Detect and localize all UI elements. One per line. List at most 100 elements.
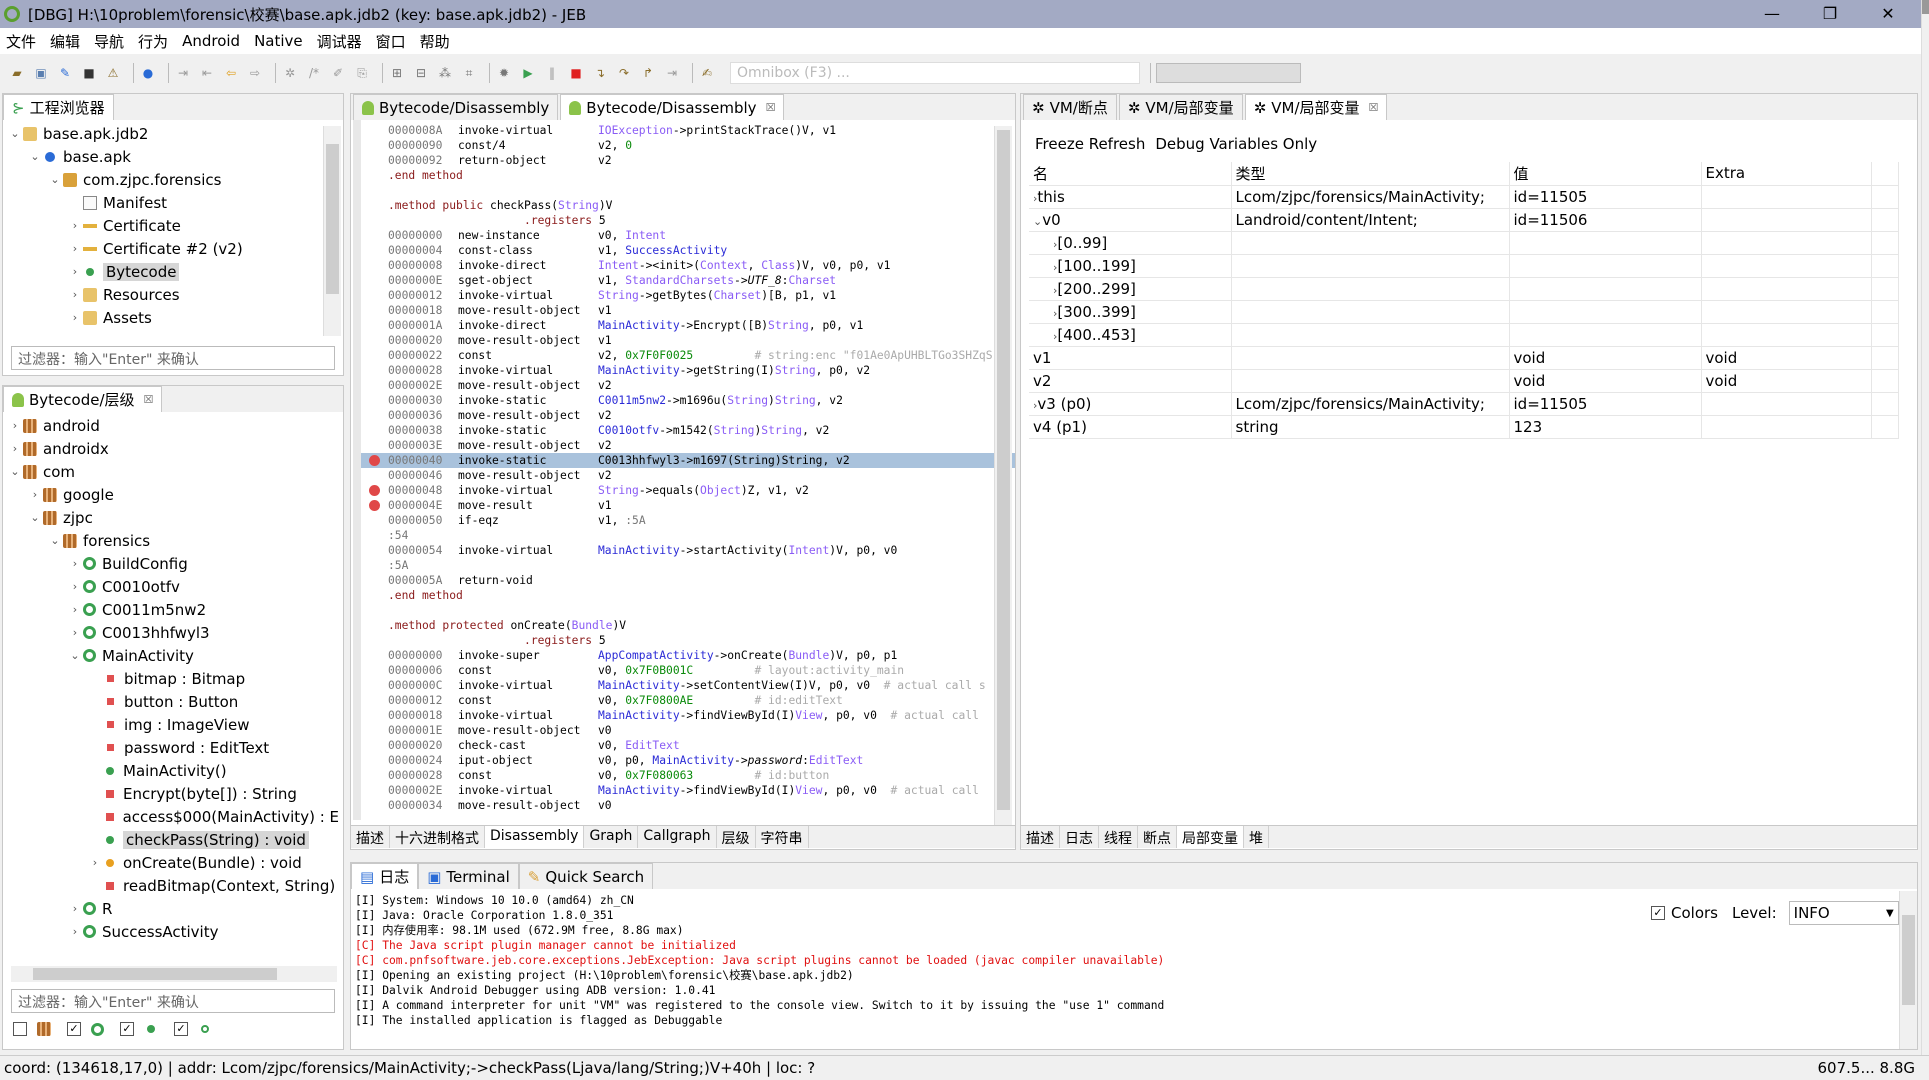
view-tab[interactable]: 日志 [1060,826,1099,848]
close-tab-icon[interactable]: ☒ [144,393,154,406]
tree-item[interactable]: password : EditText [7,736,339,759]
project-filter-input[interactable]: 过滤器：输入"Enter" 来确认 [11,346,335,370]
view-tab[interactable]: 线程 [1099,826,1138,848]
code-line[interactable]: :5A [361,558,1015,573]
tree-item[interactable]: readBitmap(Context, String) [7,874,339,897]
close-tab-icon[interactable]: ☒ [766,101,776,114]
run-icon[interactable]: ▶ [519,64,537,82]
tree-item[interactable]: › Certificate #2 (v2) [7,237,339,260]
view-tab[interactable]: 层级 [717,826,756,848]
code-line[interactable]: .method protected onCreate(Bundle)V [361,618,1015,633]
close-button[interactable]: ✕ [1860,0,1916,28]
variable-row[interactable]: ›[0..99] [1029,231,1899,255]
view-tab[interactable]: 断点 [1138,826,1177,848]
chevron-right-icon[interactable]: › [67,580,83,593]
variable-row[interactable]: v1 void void [1029,346,1899,370]
menu-action[interactable]: 行为 [138,31,168,52]
menu-native[interactable]: Native [254,32,303,50]
globe-icon[interactable]: ● [139,64,157,82]
tab-project-browser[interactable]: ⊱ 工程浏览器 [3,94,114,120]
memory-indicator[interactable]: 607.5... 8.8G [1818,1059,1916,1077]
tree-item[interactable]: › android [7,414,339,437]
chevron-down-icon[interactable]: ⌄ [7,127,23,140]
chevron-down-icon[interactable]: ⌄ [67,649,83,662]
variable-row[interactable]: ›[200..299] [1029,277,1899,301]
tree-item[interactable]: ⌄ zjpc [7,506,339,529]
tab-log[interactable]: ▤ 日志 [351,863,419,889]
perspective-switcher[interactable] [1156,63,1301,83]
tree-item[interactable]: › google [7,483,339,506]
hierarchy-filter-input[interactable]: 过滤器：输入"Enter" 来确认 [11,989,335,1013]
tree-item[interactable]: › R [7,897,339,920]
code-line[interactable]: 00000020 move-result-object v1 [361,333,1015,348]
code-line[interactable]: :54 [361,528,1015,543]
horizontal-scrollbar[interactable] [11,966,337,982]
step-out-icon[interactable]: ↱ [639,64,657,82]
code-line[interactable] [361,183,1015,198]
chevron-right-icon[interactable]: › [7,442,23,455]
tree-item[interactable]: › SuccessActivity [7,920,339,943]
code-line[interactable]: 00000054 invoke-virtual MainActivity->star… [361,543,1015,558]
menu-help[interactable]: 帮助 [420,31,450,52]
vertical-scrollbar[interactable] [994,126,1012,826]
tree-item[interactable]: › Assets [7,306,339,329]
column-name[interactable]: 名 [1029,162,1232,186]
tree-item[interactable]: MainActivity() [7,759,339,782]
code-line[interactable]: .method public checkPass(String)V [361,198,1015,213]
chevron-right-icon[interactable]: › [67,557,83,570]
chevron-right-icon[interactable]: › [67,603,83,616]
step-into-icon[interactable]: ↴ [591,64,609,82]
save-icon[interactable]: ▣ [32,64,50,82]
code-line[interactable]: 00000048 invoke-virtual String->equals(Obj… [361,483,1015,498]
colors-checkbox[interactable]: ✓ [1651,906,1665,920]
code-line[interactable]: 00000012 invoke-virtual String->getBytes(C… [361,288,1015,303]
chevron-down-icon[interactable]: ⌄ [27,511,43,524]
open-icon[interactable]: ▰ [8,64,26,82]
close-tab-icon[interactable]: ☒ [1369,101,1379,114]
code-line[interactable]: 00000038 invoke-static C0010otfv->m1542(St… [361,423,1015,438]
code-line[interactable]: 00000006 const v0, 0x7F0B001C # layout:act… [361,663,1015,678]
tree-item[interactable]: ⌄ com [7,460,339,483]
tree-item[interactable]: › C0011m5nw2 [7,598,339,621]
debug-variables-only-button[interactable]: Debug Variables Only [1155,135,1317,153]
nodes-icon[interactable]: ⁂ [436,64,454,82]
chevron-down-icon[interactable]: ⌄ [27,150,43,163]
window-scrollbar[interactable] [1921,0,1929,1055]
step-over-icon[interactable]: ↷ [615,64,633,82]
stop-icon[interactable]: ■ [567,64,585,82]
tree-item[interactable]: checkPass(String) : void [7,828,339,851]
tab-hierarchy[interactable]: Bytecode/层级 ☒ [3,386,163,412]
code-line[interactable]: 00000020 check-cast v0, EditText [361,738,1015,753]
view-tab[interactable]: Graph [584,826,639,848]
code-line[interactable]: 00000040 invoke-static C0013hhfwyl3->m1697… [361,453,1015,468]
view-tab[interactable]: 描述 [1021,826,1060,848]
tree-item[interactable]: ⌄ forensics [7,529,339,552]
tab-quick-search[interactable]: ✎ Quick Search [518,863,654,889]
variable-row[interactable]: v2 void void [1029,369,1899,393]
view-tab[interactable]: 局部变量 [1177,826,1244,848]
omnibox-input[interactable]: Omnibox (F3) ... [730,62,1140,84]
editor-tab[interactable]: Bytecode/Disassembly [353,94,559,120]
chevron-right-icon[interactable]: › [67,288,83,301]
tab-terminal[interactable]: ▣ Terminal [418,863,519,889]
code-line[interactable]: .end method [361,588,1015,603]
column-type[interactable]: 类型 [1231,162,1510,186]
view-tab[interactable]: 堆 [1244,826,1269,848]
chevron-right-icon[interactable]: › [67,626,83,639]
tree-item[interactable]: › Resources [7,283,339,306]
editor-tab[interactable]: ✲ VM/局部变量 [1118,94,1243,120]
tree-item[interactable]: › androidx [7,437,339,460]
tree-icon[interactable]: ⌗ [460,64,478,82]
forward-icon[interactable]: ⇨ [246,64,264,82]
run-to-line-icon[interactable]: ⇥ [663,64,681,82]
variable-row[interactable]: ⌄v0 Landroid/content/Intent; id=11506 [1029,208,1899,232]
code-line[interactable]: 00000028 const v0, 0x7F080063 # id:button [361,768,1015,783]
chevron-right-icon[interactable]: › [67,925,83,938]
freeze-refresh-button[interactable]: Freeze Refresh [1035,135,1145,153]
menu-android[interactable]: Android [182,32,240,50]
view-tab[interactable]: 字符串 [756,826,809,848]
level-select[interactable]: INFO ▼ [1788,901,1899,925]
vertical-scrollbar[interactable] [1899,891,1917,1049]
column-extra[interactable]: Extra [1701,162,1872,186]
tree-item[interactable]: ⌄ com.zjpc.forensics [7,168,339,191]
